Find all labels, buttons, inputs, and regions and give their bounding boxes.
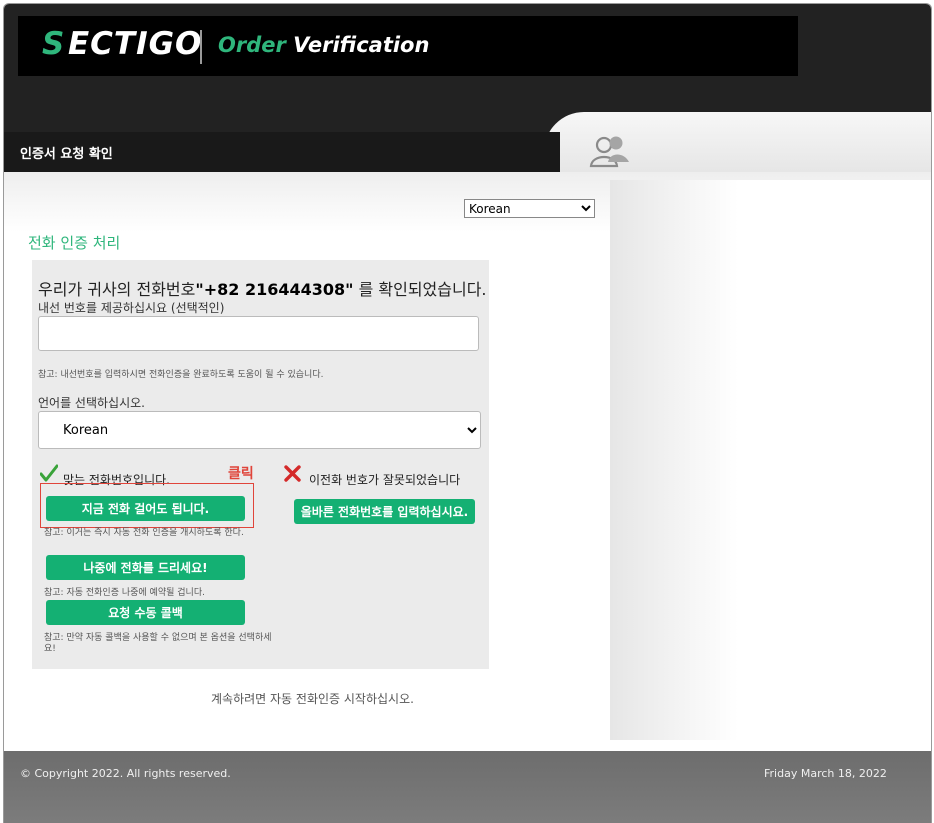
extension-input[interactable] [38, 316, 479, 351]
banner-title-order: Order [218, 33, 286, 57]
message-suffix: 를 확인되었습니다. [353, 280, 487, 299]
banner-divider [200, 30, 202, 64]
language-select-top[interactable]: Korean [464, 199, 595, 218]
message-prefix: 우리가 귀사의 전화번호 [38, 280, 196, 299]
footer-date: Friday March 18, 2022 [764, 767, 887, 780]
manual-callback-note-line2: 요! [44, 644, 56, 654]
copyright: © Copyright 2022. All rights reserved. [20, 767, 231, 780]
check-icon [40, 464, 58, 482]
browser-frame: S ECTIGO Order Verification 인증서 요청 확인 Ko… [3, 3, 932, 823]
click-annotation: 클릭 [228, 466, 254, 482]
banner-title: Order Verification [218, 33, 429, 57]
tab-bar: 인증서 요청 확인 [4, 112, 931, 172]
verification-panel: 우리가 귀사의 전화번호"+82 216444308" 를 확인되었습니다. 내… [32, 260, 489, 669]
banner: S ECTIGO Order Verification [18, 16, 798, 76]
continue-instruction: 계속하려면 자동 전화인증 시작하십시오. [211, 692, 414, 706]
page-title: 전화 인증 처리 [28, 234, 121, 252]
people-icon [589, 136, 629, 168]
right-column [610, 180, 931, 740]
cross-icon [284, 465, 301, 482]
extension-note: 참고: 내선번호를 입력하시면 전화인증을 완료하도록 도움이 될 수 있습니다… [38, 370, 324, 380]
manual-callback-note-line1: 참고: 만약 자동 콜백을 사용할 수 없으며 본 옵션을 선택하세 [44, 633, 272, 643]
verification-message: 우리가 귀사의 전화번호"+82 216444308" 를 확인되었습니다. [38, 276, 487, 300]
enter-correct-number-button[interactable]: 올바른 전화번호를 입력하십시요. [294, 499, 475, 524]
call-now-button[interactable]: 지금 전화 걸어도 됩니다. [46, 496, 245, 521]
manual-callback-button[interactable]: 요청 수동 콜백 [46, 600, 245, 625]
logo-s: S [42, 26, 66, 62]
phone-number: "+82 216444308" [195, 280, 354, 299]
tab-active: 인증서 요청 확인 [4, 132, 560, 172]
call-now-note: 참고: 이거는 즉시 자동 전화 인증을 개시하도록 한다. [44, 528, 244, 538]
call-later-note: 참고: 자동 전화인증 나중에 예약될 겁니다. [44, 588, 205, 598]
call-later-button[interactable]: 나중에 전화를 드리세요! [46, 555, 245, 580]
language-select[interactable]: Korean [38, 411, 481, 449]
banner-title-verification: Verification [285, 33, 430, 57]
footer: © Copyright 2022. All rights reserved. F… [4, 751, 931, 823]
logo-text: ECTIGO [68, 26, 203, 62]
tab-label: 인증서 요청 확인 [20, 147, 113, 162]
wrong-number-label: 이전화 번호가 잘못되었습니다 [309, 473, 461, 487]
language-label: 언어를 선택하십시오. [38, 396, 145, 410]
extension-label: 내선 번호를 제공하십시요 (선택적인) [38, 301, 225, 315]
